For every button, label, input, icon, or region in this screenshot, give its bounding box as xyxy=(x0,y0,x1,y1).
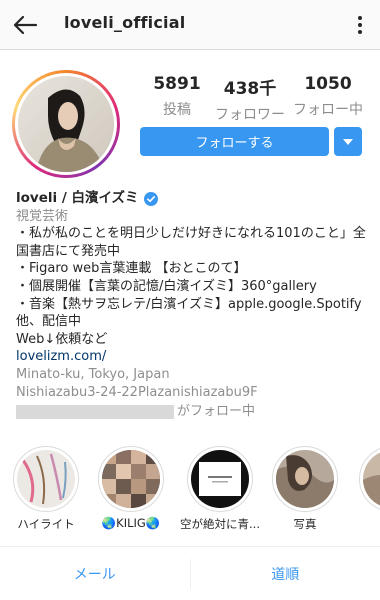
highlight-item[interactable]: 写真 xyxy=(265,446,345,532)
profile-category: 視覚芸術 xyxy=(16,208,69,224)
profile-avatar[interactable] xyxy=(12,70,120,178)
highlight-cover xyxy=(102,450,160,508)
story-highlights: ハイライト 🌏KILIG🌏 空が絶対に青... 写真 xyxy=(0,446,380,534)
highlight-label: ハイライト xyxy=(17,517,75,531)
posts-label: 投稿 xyxy=(163,102,191,118)
highlight-cover xyxy=(276,450,334,508)
profile-bio: loveli / 白濱イズミ 視覚芸術 ・私が私のことを明日少しだけ好きになれる… xyxy=(16,190,372,421)
highlight-label: 様 xyxy=(352,516,380,532)
bio-line: 他、配信中 xyxy=(16,314,82,330)
website-link[interactable]: lovelizm.com/ xyxy=(16,348,372,366)
contact-bar: メール 道順 xyxy=(0,546,380,600)
email-button[interactable]: メール xyxy=(0,564,190,584)
bio-line: ・個展開催【言葉の記憶/白濱イズミ】360°gallery xyxy=(16,278,317,294)
following-count: 1050 xyxy=(304,74,352,94)
highlight-item[interactable]: ハイライト xyxy=(6,446,86,532)
follow-button[interactable]: フォローする xyxy=(140,127,329,156)
followed-by-suffix: がフォロー中 xyxy=(177,404,256,420)
caret-down-icon xyxy=(343,138,353,145)
followers-label: フォロワー xyxy=(215,107,285,123)
address-line-2[interactable]: Nishiazabu3-24-22Plazanishiazabu9F xyxy=(16,384,372,402)
address-line-1[interactable]: Minato-ku, Tokyo, Japan xyxy=(16,366,372,384)
top-bar: loveli_official xyxy=(0,0,380,50)
verified-badge-icon xyxy=(143,191,158,206)
following-label: フォロー中 xyxy=(293,102,363,118)
directions-button[interactable]: 道順 xyxy=(191,564,380,584)
profile-username-title: loveli_official xyxy=(64,13,186,32)
more-vertical-icon xyxy=(358,16,362,34)
posts-count: 5891 xyxy=(153,74,201,94)
back-button[interactable] xyxy=(8,9,42,41)
highlight-cover xyxy=(363,450,380,508)
more-options-button[interactable] xyxy=(346,9,374,41)
highlight-label: 写真 xyxy=(293,517,317,531)
back-arrow-icon xyxy=(13,15,38,35)
highlight-item[interactable]: 様 xyxy=(352,446,380,532)
highlight-cover xyxy=(17,450,75,508)
highlight-item[interactable]: 🌏KILIG🌏 xyxy=(91,446,171,530)
bio-line: ・私が私のことを明日少しだけ好きになれる101のこと」全 xyxy=(16,226,366,242)
highlight-item[interactable]: 空が絶対に青... xyxy=(180,446,260,532)
highlight-cover xyxy=(191,450,249,508)
display-name: loveli / 白濱イズミ xyxy=(16,190,139,206)
bio-line: 国書店にて発売中 xyxy=(16,243,121,259)
bio-line: Web↓依頼など xyxy=(16,331,108,347)
highlight-label: 空が絶対に青... xyxy=(180,517,260,531)
followers-count: 438千 xyxy=(223,79,277,99)
stat-following[interactable]: 1050 フォロー中 xyxy=(290,74,366,119)
avatar-photo xyxy=(18,76,114,172)
stat-posts[interactable]: 5891 投稿 xyxy=(146,74,208,119)
bio-line: ・音楽【熱サヲ忘レテ/白濱イズミ】apple.google.Spotify xyxy=(16,296,362,312)
blurred-follower-names xyxy=(16,404,174,419)
followed-by[interactable]: がフォロー中 xyxy=(16,403,372,421)
highlight-label: 🌏KILIG🌏 xyxy=(101,516,161,530)
stat-followers[interactable]: 438千 フォロワー xyxy=(212,74,288,124)
suggested-accounts-button[interactable] xyxy=(334,127,362,156)
bio-line: ・Figaro web言葉連載 【おとこのて】 xyxy=(16,261,247,277)
